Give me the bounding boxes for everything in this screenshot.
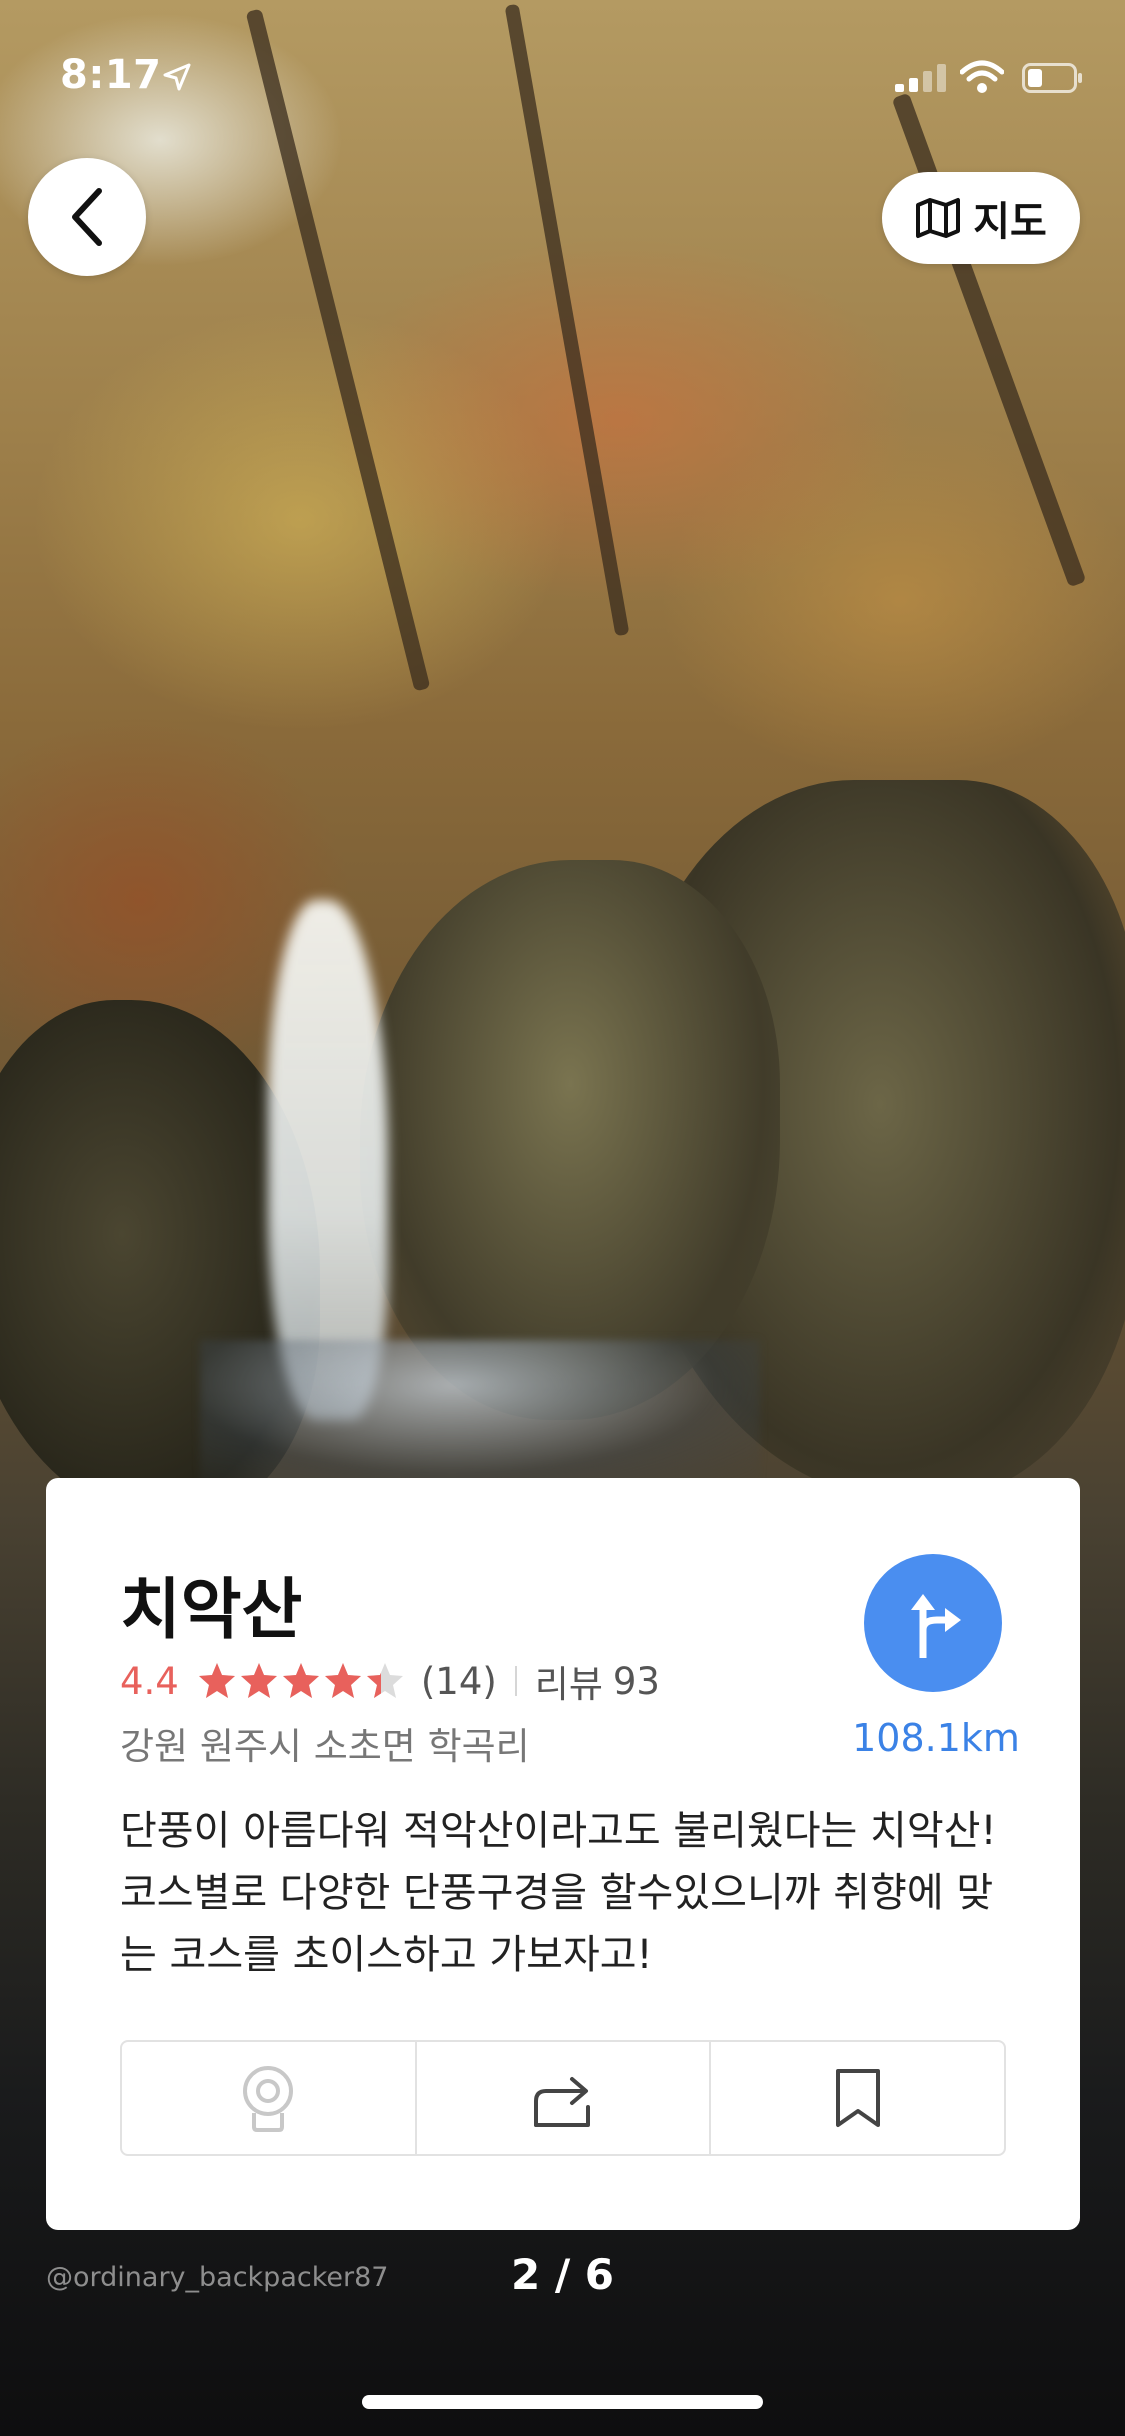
- photo-detail: [891, 92, 1087, 588]
- bookmark-button[interactable]: [709, 2042, 1004, 2154]
- chevron-left-icon: [72, 188, 102, 246]
- cellular-signal-icon: [895, 64, 946, 92]
- review-count[interactable]: 93: [613, 1660, 660, 1703]
- rating-score: 4.4: [120, 1659, 179, 1703]
- photo-detail: [360, 860, 780, 1420]
- photo-detail: [200, 1340, 760, 1490]
- directions-icon: [911, 1594, 961, 1658]
- photo-pager: 2 / 6: [510, 2250, 615, 2299]
- place-description: 단풍이 아름다워 적악산이라고도 불리웠다는 치악산! 코스별로 다양한 단풍구…: [120, 1808, 997, 1978]
- review-label[interactable]: 리뷰: [535, 1654, 603, 1708]
- place-title: 치악산: [120, 1571, 303, 1648]
- divider: [514, 1666, 517, 1696]
- rating-count: (14): [420, 1659, 497, 1703]
- wifi-icon: [960, 60, 1004, 93]
- star-rating: [197, 1661, 405, 1701]
- place-address: 강원 원주시 소초면 학곡리: [120, 1725, 530, 1768]
- map-button[interactable]: 지도: [882, 172, 1080, 264]
- bookmark-icon: [835, 2069, 880, 2127]
- star-icon: [240, 1663, 277, 1698]
- share-icon: [534, 2077, 590, 2127]
- map-icon: [916, 198, 961, 238]
- photo-credit: @ordinary_backpacker87: [46, 2262, 389, 2293]
- action-bar: [120, 2040, 1006, 2156]
- home-indicator[interactable]: [362, 2395, 763, 2409]
- back-button[interactable]: [28, 158, 146, 276]
- checkin-button[interactable]: [122, 2042, 415, 2154]
- star-icon: [198, 1663, 235, 1698]
- place-info-card[interactable]: 치악산 4.4 (14) 리뷰 93 강원 원주시 소초면 학곡리 108.1k…: [46, 1478, 1080, 2230]
- star-icon: [366, 1663, 403, 1698]
- directions-button[interactable]: [864, 1554, 1002, 1692]
- status-time: 8:17: [60, 52, 162, 98]
- pin-icon: [243, 2066, 294, 2132]
- star-icon: [282, 1663, 319, 1698]
- share-button[interactable]: [414, 2042, 710, 2154]
- distance-label: 108.1km: [852, 1716, 1020, 1760]
- battery-icon: [1022, 63, 1082, 93]
- map-button-label: 지도: [973, 199, 1047, 245]
- star-icon: [324, 1663, 361, 1698]
- status-bar: 8:17: [0, 0, 1125, 150]
- location-arrow-icon: [163, 63, 191, 91]
- rating-row: 4.4 (14) 리뷰 93: [120, 1654, 660, 1708]
